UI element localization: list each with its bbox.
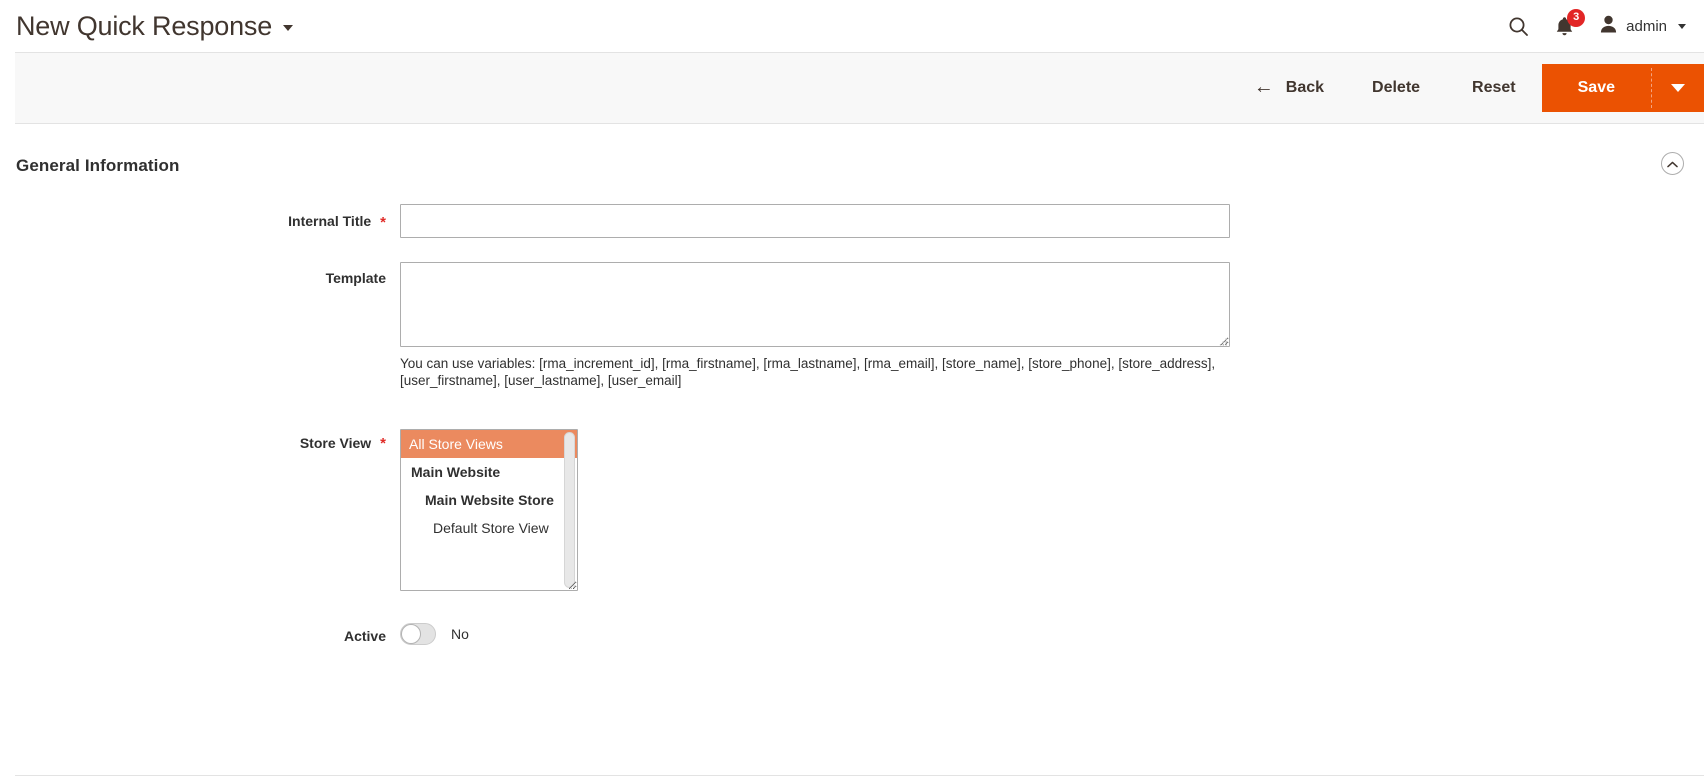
store-view-option[interactable]: Main Website Store — [401, 486, 577, 514]
store-view-multiselect[interactable]: All Store Views Main Website Main Websit… — [400, 429, 578, 592]
required-asterisk: * — [380, 435, 386, 453]
store-view-control: All Store Views Main Website Main Websit… — [400, 429, 1704, 592]
back-button[interactable]: ← Back — [1253, 76, 1325, 98]
store-view-option[interactable]: Main Website — [401, 458, 577, 486]
active-toggle-wrap: No — [400, 623, 1704, 646]
field-internal-title: Internal Title * — [0, 204, 1704, 262]
template-variables-note: You can use variables: [rma_increment_id… — [400, 356, 1230, 389]
arrow-left-icon: ← — [1253, 76, 1274, 98]
active-toggle-switch[interactable] — [400, 623, 436, 646]
page-header: New Quick Response 3 admin — [0, 0, 1704, 52]
active-control: No — [400, 623, 1704, 646]
section-title: General Information — [16, 156, 180, 175]
reset-button-label: Reset — [1472, 79, 1516, 96]
field-store-view: Store View * All Store Views Main Websit… — [0, 429, 1704, 592]
required-asterisk: * — [380, 213, 386, 231]
search-icon[interactable] — [1508, 16, 1529, 37]
page-title-area: New Quick Response — [0, 10, 294, 41]
admin-chevron-down-icon — [1678, 23, 1686, 29]
internal-title-input[interactable] — [400, 204, 1230, 238]
section-collapse-toggle[interactable] — [1661, 152, 1684, 175]
internal-title-control — [400, 204, 1704, 238]
template-label-wrap: Template — [0, 262, 400, 296]
general-information-form: Internal Title * Template You can use va… — [0, 186, 1704, 649]
multiselect-resize-grip-icon — [567, 580, 576, 590]
page-bottom-divider — [15, 775, 1704, 776]
general-information-section-header: General Information — [0, 124, 1704, 186]
delete-button[interactable]: Delete — [1372, 79, 1420, 97]
field-template: Template You can use variables: [rma_inc… — [0, 262, 1704, 389]
reset-button[interactable]: Reset — [1472, 79, 1516, 97]
active-label: Active — [343, 628, 386, 645]
template-note-line-1: You can use variables: [rma_increment_id… — [400, 356, 1216, 371]
store-view-label: Store View — [299, 435, 372, 452]
active-label-wrap: Active — [0, 623, 400, 649]
template-label: Template — [325, 270, 386, 286]
template-control: You can use variables: [rma_increment_id… — [400, 262, 1704, 389]
chevron-up-icon — [1667, 156, 1678, 171]
admin-username-label: admin — [1626, 17, 1667, 35]
store-view-scrollbar[interactable] — [564, 432, 575, 589]
admin-menu[interactable]: admin — [1600, 15, 1686, 38]
page-title: New Quick Response — [16, 10, 273, 41]
store-view-scrollbar-thumb[interactable] — [564, 432, 575, 589]
save-split-button: Save — [1541, 64, 1704, 112]
delete-button-label: Delete — [1372, 79, 1421, 96]
chevron-down-icon — [1671, 84, 1685, 92]
user-avatar-icon — [1600, 15, 1617, 38]
notifications-bell-icon[interactable]: 3 — [1555, 8, 1586, 37]
save-button[interactable]: Save — [1541, 64, 1651, 112]
template-textarea-wrap — [400, 262, 1230, 347]
template-note-line-2: [user_firstname], [user_lastname], [user… — [400, 372, 682, 388]
field-active: Active No — [0, 623, 1704, 649]
store-view-option[interactable]: All Store Views — [401, 430, 577, 459]
store-view-label-wrap: Store View * — [0, 429, 400, 459]
save-button-label: Save — [1577, 79, 1615, 96]
notifications-count-badge: 3 — [1567, 8, 1586, 27]
template-textarea[interactable] — [400, 262, 1230, 347]
store-view-option[interactable]: Default Store View — [401, 514, 577, 542]
internal-title-label: Internal Title — [288, 213, 372, 229]
page-actions-toolbar: ← Back Delete Reset Save — [15, 52, 1704, 124]
toggle-knob — [401, 624, 421, 645]
store-view-option-list: All Store Views Main Website Main Websit… — [401, 430, 577, 542]
active-toggle-state-label: No — [451, 626, 469, 643]
page-title-dropdown-caret-icon[interactable] — [283, 24, 294, 31]
header-actions: 3 admin — [1508, 0, 1686, 52]
back-button-label: Back — [1285, 79, 1325, 96]
save-dropdown-button[interactable] — [1652, 64, 1704, 112]
internal-title-label-wrap: Internal Title * — [0, 204, 400, 238]
